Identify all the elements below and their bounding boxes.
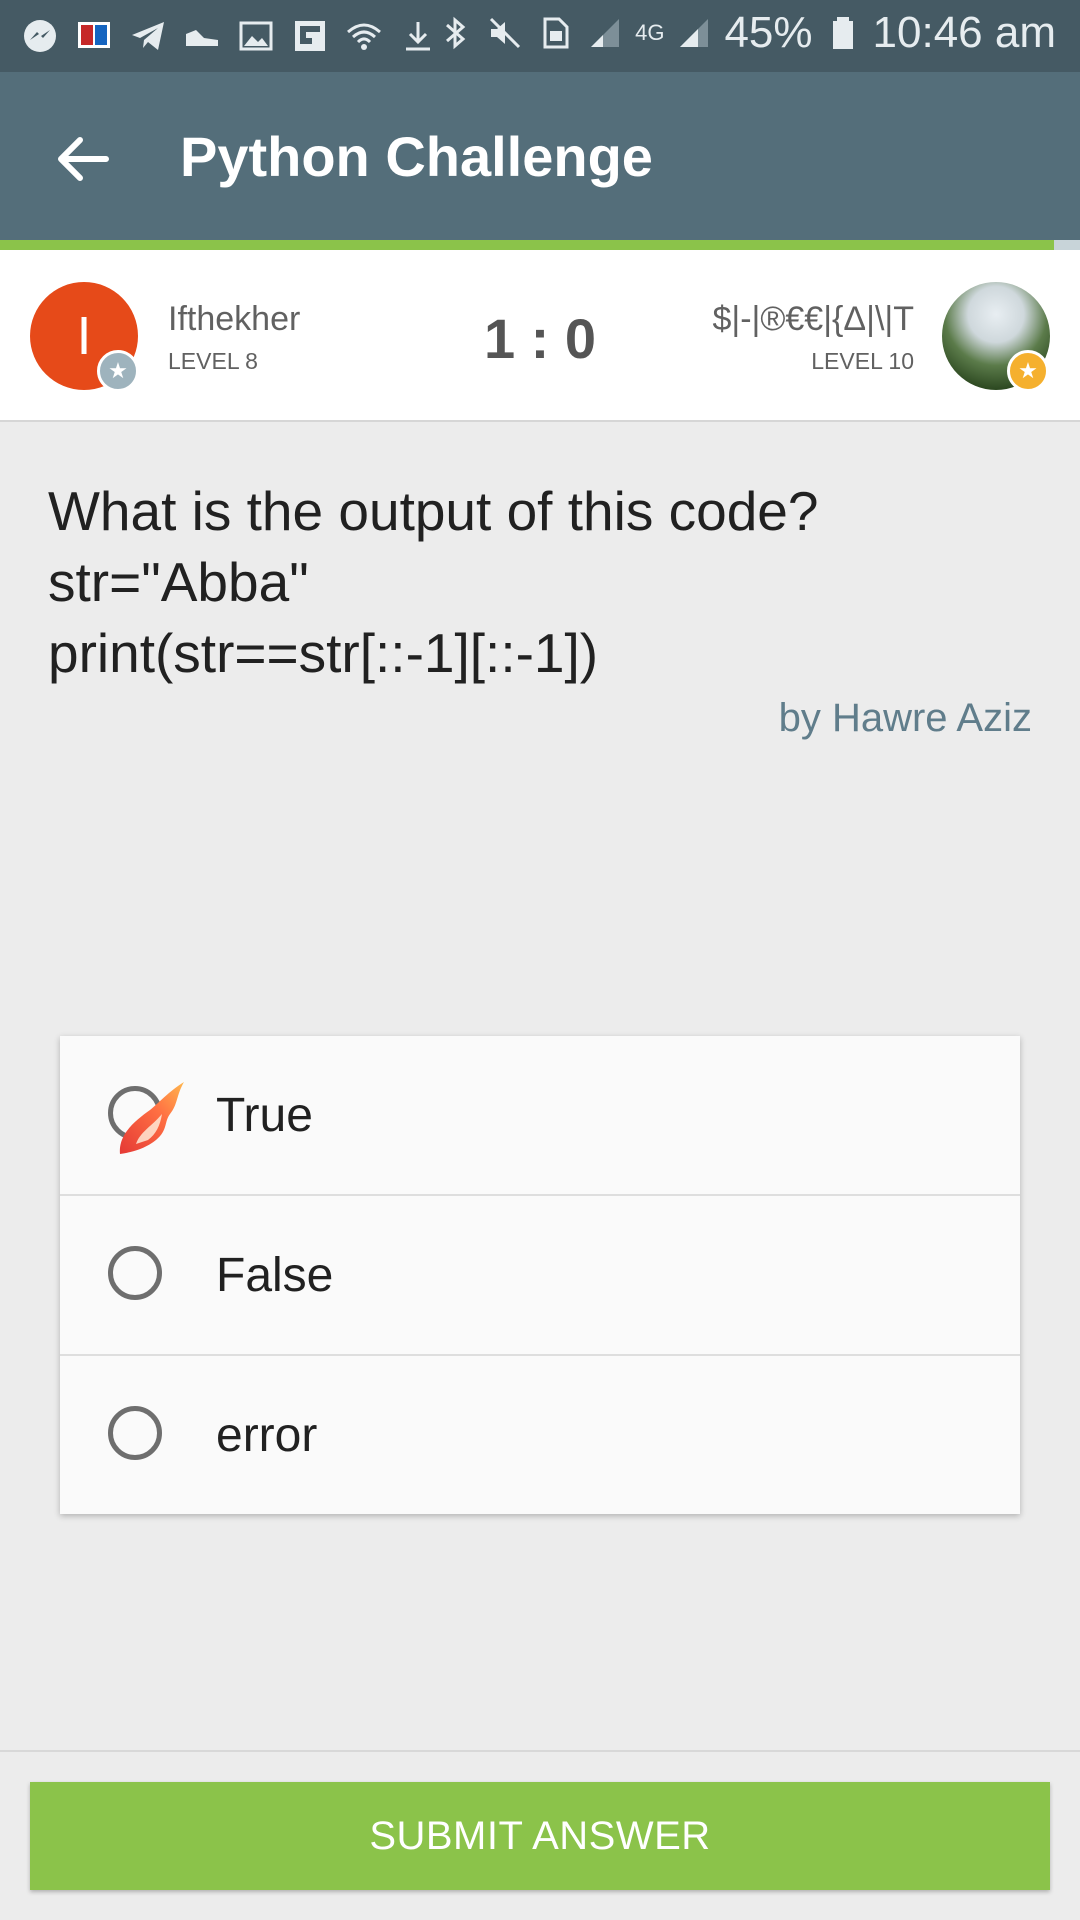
bluetooth-icon [446, 16, 466, 50]
question-line: str="Abba" [48, 551, 309, 613]
question-line: print(str==str[::-1][::-1]) [48, 622, 599, 684]
battery-percent: 45% [724, 8, 813, 57]
signal-2-icon [680, 19, 709, 47]
shoe-icon [180, 14, 224, 58]
star-badge-icon: ★ [1007, 350, 1049, 392]
gallery-icon [234, 14, 278, 58]
answer-label: error [216, 1409, 318, 1462]
question-text: What is the output of this code? str="Ab… [48, 476, 1038, 689]
app-bar: Python Challenge [0, 72, 1080, 240]
mute-icon [490, 17, 521, 49]
radio-button[interactable] [108, 1246, 162, 1300]
answer-label: True [216, 1089, 313, 1142]
signal-1-icon [591, 19, 620, 47]
network-type: 4G [635, 20, 665, 45]
answer-label: False [216, 1249, 334, 1302]
player-right-level: LEVEL 10 [811, 348, 914, 374]
challenge-progress-track [1054, 240, 1080, 250]
battery-icon [832, 17, 853, 49]
telegram-icon [126, 14, 170, 58]
flame-selected-icon [119, 1082, 184, 1154]
clock: 10:46 am [872, 8, 1056, 57]
sim-icon [543, 17, 569, 49]
players-scoreboard: I ★ Ifthekher LEVEL 8 1 : 0 $|-|®€€|{Δ|\… [0, 250, 1080, 422]
status-bar: 4G 45% 10:46 am [0, 0, 1080, 72]
download-icon [396, 14, 440, 58]
answer-option-error[interactable]: error [60, 1356, 1020, 1514]
messenger-icon [18, 14, 62, 58]
challenge-progress-bar [0, 240, 1054, 250]
answer-options: True False error [60, 1036, 1020, 1514]
score: 1 : 0 [483, 307, 597, 370]
book-app-icon [72, 14, 116, 58]
question-author[interactable]: by Hawre Aziz [779, 696, 1032, 741]
wifi-icon [342, 14, 386, 58]
back-arrow-icon[interactable] [48, 124, 118, 194]
radio-button[interactable] [108, 1406, 162, 1460]
answer-option-true[interactable]: True [60, 1036, 1020, 1196]
submit-answer-button[interactable]: SUBMIT ANSWER [30, 1782, 1050, 1890]
player-right-name: $|-|®€€|{Δ|\|T [712, 300, 914, 338]
page-title: Python Challenge [180, 125, 653, 188]
answer-option-false[interactable]: False [60, 1196, 1020, 1356]
flipboard-icon [288, 14, 332, 58]
question-line: What is the output of this code? [48, 480, 819, 542]
footer-divider [0, 1750, 1080, 1752]
